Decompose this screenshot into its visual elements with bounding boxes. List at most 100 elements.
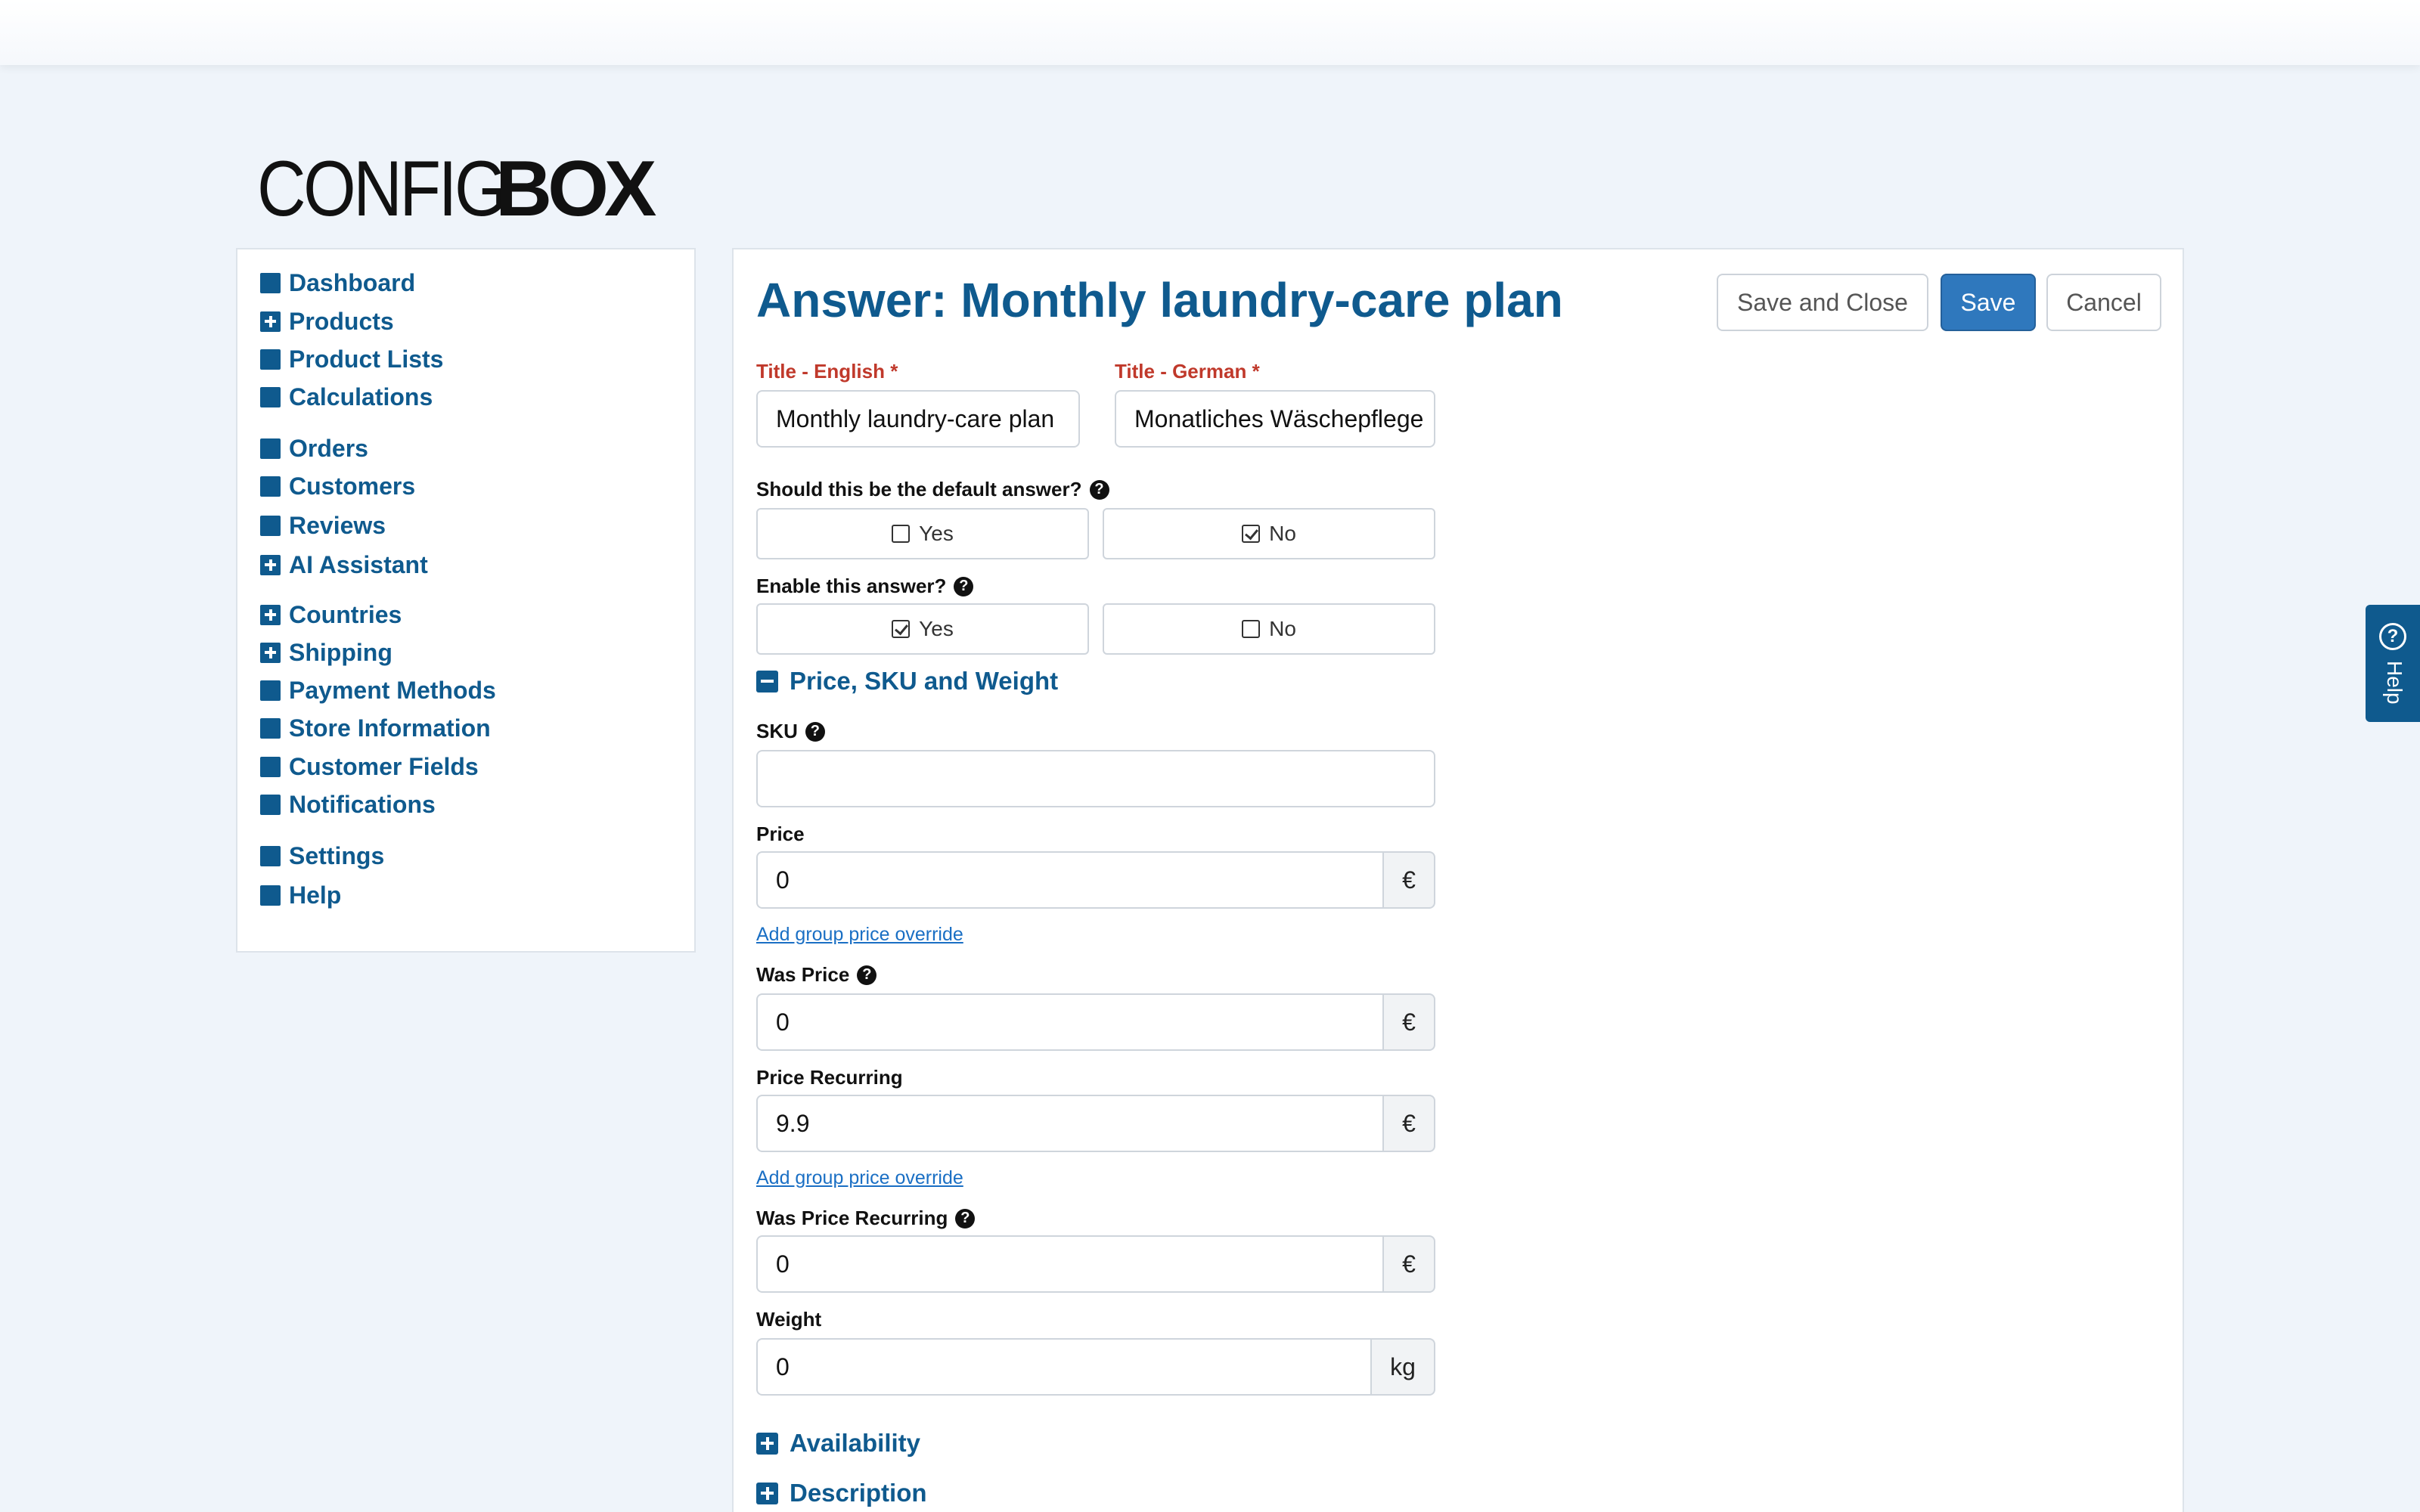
currency-addon: € xyxy=(1382,851,1435,909)
square-icon xyxy=(260,680,281,701)
question-mark-icon[interactable]: ? xyxy=(805,721,825,742)
price-recurring-input[interactable]: 9.9 xyxy=(756,1095,1382,1152)
sku-label: SKU ? xyxy=(756,720,825,743)
square-icon xyxy=(260,756,281,777)
currency-addon: € xyxy=(1382,1235,1435,1293)
question-mark-icon[interactable]: ? xyxy=(955,1208,976,1228)
weight-input-group: 0 kg xyxy=(756,1338,1435,1396)
answer-edit-panel: Answer: Monthly laundry-care plan Save a… xyxy=(732,248,2184,1512)
logo-box-text: BOX xyxy=(495,145,656,233)
unchecked-box-icon xyxy=(892,525,911,543)
sku-input[interactable] xyxy=(756,750,1435,807)
sidebar-item-label: Product Lists xyxy=(289,345,444,373)
plus-square-icon xyxy=(260,311,281,332)
was-price-label-text: Was Price xyxy=(756,963,850,986)
sidebar-item-shipping[interactable]: Shipping xyxy=(260,637,392,668)
sidebar-item-dashboard[interactable]: Dashboard xyxy=(260,268,415,298)
help-circle-icon: ? xyxy=(2379,623,2406,650)
sidebar-item-payment-methods[interactable]: Payment Methods xyxy=(260,675,496,705)
sidebar-item-label: Payment Methods xyxy=(289,676,496,704)
enable-answer-no-button[interactable]: No xyxy=(1103,603,1435,655)
enable-answer-no-label: No xyxy=(1269,617,1296,640)
save-and-close-button[interactable]: Save and Close xyxy=(1717,274,1928,331)
enable-answer-label-text: Enable this answer? xyxy=(756,575,947,597)
was-price-input[interactable]: 0 xyxy=(756,993,1382,1051)
square-icon xyxy=(260,845,281,866)
sidebar-item-label: Orders xyxy=(289,434,368,462)
configbox-logo: CONFIG BOX xyxy=(257,150,656,228)
price-input[interactable]: 0 xyxy=(756,851,1382,909)
sidebar-item-calculations[interactable]: Calculations xyxy=(260,382,433,412)
price-input-group: 0 € xyxy=(756,851,1435,909)
square-icon xyxy=(260,515,281,536)
weight-input[interactable]: 0 xyxy=(756,1338,1370,1396)
cancel-button[interactable]: Cancel xyxy=(2046,274,2161,331)
was-price-recurring-label-text: Was Price Recurring xyxy=(756,1207,948,1229)
sidebar-item-settings[interactable]: Settings xyxy=(260,841,384,871)
sidebar-item-help[interactable]: Help xyxy=(260,880,341,910)
square-icon xyxy=(260,717,281,739)
question-mark-icon[interactable]: ? xyxy=(1089,479,1109,500)
enable-answer-yes-button[interactable]: Yes xyxy=(756,603,1089,655)
enable-answer-label: Enable this answer? ? xyxy=(756,575,974,598)
question-mark-icon[interactable]: ? xyxy=(857,965,877,985)
title-german-input[interactable]: Monatliches Wäschepflege xyxy=(1115,390,1435,448)
plus-square-icon xyxy=(756,1432,778,1455)
plus-square-icon xyxy=(260,642,281,663)
section-title: Availability xyxy=(790,1429,921,1457)
description-section-toggle[interactable]: Description xyxy=(756,1479,927,1507)
square-icon xyxy=(260,794,281,815)
add-group-price-override-link[interactable]: Add group price override xyxy=(756,1167,963,1189)
weight-label: Weight xyxy=(756,1308,822,1331)
sidebar-item-customers[interactable]: Customers xyxy=(260,471,415,501)
square-icon xyxy=(260,349,281,370)
square-icon xyxy=(260,476,281,497)
sidebar-item-label: Reviews xyxy=(289,511,386,539)
section-title: Description xyxy=(790,1479,927,1507)
sidebar-item-label: Customer Fields xyxy=(289,752,479,780)
title-german-label: Title - German * xyxy=(1115,360,1260,383)
title-english-input[interactable]: Monthly laundry-care plan xyxy=(756,390,1080,448)
help-tab-label: Help xyxy=(2383,661,2406,705)
plus-square-icon xyxy=(260,554,281,575)
sidebar-item-orders[interactable]: Orders xyxy=(260,433,368,463)
sidebar-item-label: Countries xyxy=(289,600,402,628)
default-answer-label-text: Should this be the default answer? xyxy=(756,478,1082,500)
availability-section-toggle[interactable]: Availability xyxy=(756,1429,920,1458)
default-answer-yes-button[interactable]: Yes xyxy=(756,508,1089,559)
sidebar-item-countries[interactable]: Countries xyxy=(260,600,402,630)
sidebar-item-ai-assistant[interactable]: AI Assistant xyxy=(260,550,428,580)
sku-label-text: SKU xyxy=(756,720,798,742)
save-button[interactable]: Save xyxy=(1941,274,2036,331)
was-price-recurring-label: Was Price Recurring ? xyxy=(756,1207,976,1230)
sidebar-item-label: Products xyxy=(289,307,394,335)
top-bar xyxy=(0,0,2420,65)
was-price-recurring-input[interactable]: 0 xyxy=(756,1235,1382,1293)
sidebar-item-reviews[interactable]: Reviews xyxy=(260,510,386,541)
square-icon xyxy=(260,386,281,407)
minus-square-icon xyxy=(756,670,778,692)
sidebar-item-customer-fields[interactable]: Customer Fields xyxy=(260,751,479,782)
was-price-input-group: 0 € xyxy=(756,993,1435,1051)
price-recurring-label: Price Recurring xyxy=(756,1066,903,1089)
sidebar-item-products[interactable]: Products xyxy=(260,306,394,336)
default-answer-no-button[interactable]: No xyxy=(1103,508,1435,559)
price-sku-weight-section-toggle[interactable]: Price, SKU and Weight xyxy=(756,667,1058,696)
sidebar-item-label: Customers xyxy=(289,472,416,500)
unchecked-box-icon xyxy=(1242,620,1261,638)
price-recurring-input-group: 9.9 € xyxy=(756,1095,1435,1152)
sidebar-item-store-information[interactable]: Store Information xyxy=(260,713,491,743)
plus-square-icon xyxy=(756,1482,778,1504)
page-title: Answer: Monthly laundry-care plan xyxy=(756,273,1563,327)
plus-square-icon xyxy=(260,604,281,625)
sidebar-item-product-lists[interactable]: Product Lists xyxy=(260,344,443,374)
price-label: Price xyxy=(756,823,805,845)
sidebar-item-notifications[interactable]: Notifications xyxy=(260,789,436,820)
question-mark-icon[interactable]: ? xyxy=(954,576,974,596)
default-answer-no-label: No xyxy=(1269,522,1296,545)
square-icon xyxy=(260,885,281,906)
was-price-label: Was Price ? xyxy=(756,963,877,987)
add-group-price-override-link[interactable]: Add group price override xyxy=(756,924,963,946)
square-icon xyxy=(260,272,281,293)
help-side-tab[interactable]: ? Help xyxy=(2366,605,2420,722)
